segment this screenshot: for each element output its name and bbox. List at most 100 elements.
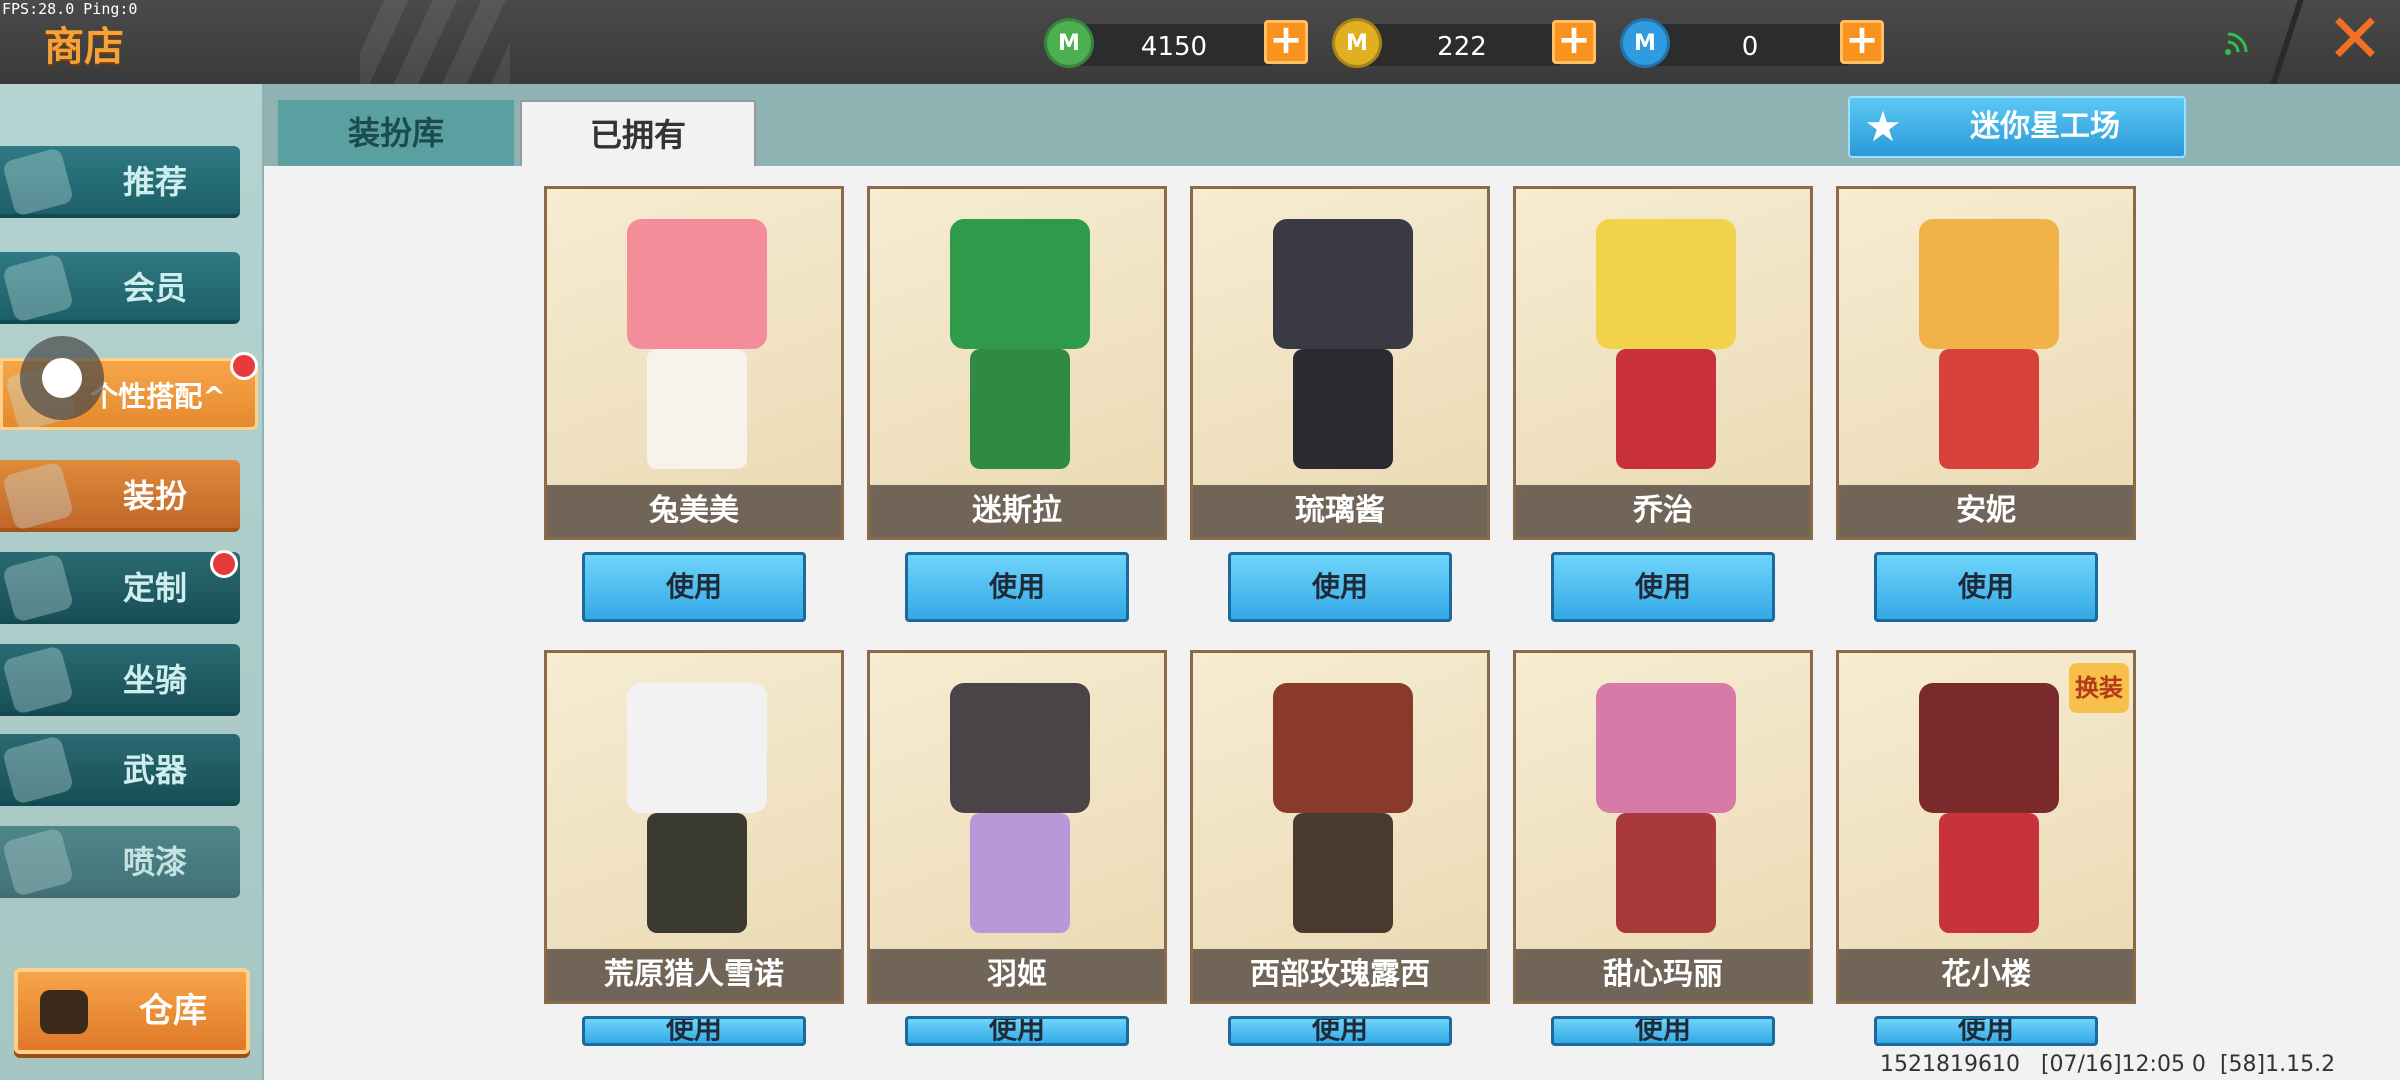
blue-amount: 0 [1741,32,1759,62]
blue-coin-icon: M [1620,18,1670,68]
character-head [1273,219,1413,349]
outfit-card[interactable]: 琉璃酱 [1190,186,1490,540]
use-button[interactable]: 使用 [582,552,806,622]
tab-library[interactable]: 装扮库 [278,100,514,166]
version: [58]1.15.2 [2219,1052,2336,1077]
outfit-card[interactable]: 羽姬 [867,650,1167,1004]
swap-outfit-badge: 换装 [2069,663,2129,713]
character-figure [940,673,1100,953]
shirt-icon [1,461,75,531]
outfit-name: 羽姬 [870,949,1164,1001]
notification-dot [210,550,238,578]
use-button[interactable]: 使用 [1551,1016,1775,1046]
brush-icon [1,553,75,623]
gold-amount: 222 [1437,32,1487,62]
currency-blue: M 0 [1620,18,1850,68]
character-head [1596,683,1736,813]
character-figure [1263,209,1423,489]
gem-amount: 4150 [1140,32,1208,62]
character-figure [1586,209,1746,489]
character-head [1596,219,1736,349]
character-figure [940,209,1100,489]
character-figure [1909,673,2069,953]
use-button[interactable]: 使用 [905,1016,1129,1046]
outfit-card[interactable]: 迷斯拉 [867,186,1167,540]
notification-dot [230,352,258,380]
character-body [970,349,1070,469]
outfit-card[interactable]: 荒原猎人雪诺 [544,650,844,1004]
outfit-card[interactable]: 乔治 [1513,186,1813,540]
add-gold-button[interactable]: + [1552,20,1596,64]
gun-icon [1,735,75,805]
outfit-card[interactable]: 西部玫瑰露西 [1190,650,1490,1004]
spray-icon [1,827,75,897]
sidebar-item-outfit[interactable]: 装扮 [0,460,240,532]
use-button[interactable]: 使用 [1551,552,1775,622]
character-body [1616,349,1716,469]
thumbs-up-icon [1,147,75,217]
sidebar-item-label: 武器 [122,751,187,789]
use-button[interactable]: 使用 [582,1016,806,1046]
virtual-joystick[interactable] [20,336,104,420]
character-body [1939,813,2039,933]
warehouse-label: 仓库 [139,991,207,1031]
outfit-name: 荒原猎人雪诺 [547,949,841,1001]
add-gem-button[interactable]: + [1264,20,1308,64]
character-body [1293,813,1393,933]
character-head [1919,683,2059,813]
add-blue-button[interactable]: + [1840,20,1884,64]
character-body [970,813,1070,933]
gold-coin-icon: M [1332,18,1382,68]
page-title: 商店 [44,24,124,70]
character-body [647,813,747,933]
server-time: [07/16]12:05 0 [2040,1052,2206,1077]
outfit-name: 西部玫瑰露西 [1193,949,1487,1001]
character-body [1616,813,1716,933]
outfit-name: 兔美美 [547,485,841,537]
use-button[interactable]: 使用 [1874,552,2098,622]
character-figure [617,209,777,489]
signal-icon [2225,32,2248,55]
character-head [1273,683,1413,813]
user-id: 1521819610 [1880,1052,2020,1077]
footer-info: 1521819610 [07/16]12:05 0 [58]1.15.2 [1880,1052,2335,1077]
joystick-knob[interactable] [42,358,82,398]
sidebar-item-mount[interactable]: 坐骑 [0,644,240,716]
outfit-card[interactable]: 花小楼 换装 [1836,650,2136,1004]
sidebar-item-weapon[interactable]: 武器 [0,734,240,806]
warehouse-button[interactable]: 仓库 [14,968,250,1054]
sidebar-item-recommend[interactable]: 推荐 [0,146,240,218]
character-head [950,683,1090,813]
character-body [1293,349,1393,469]
currency-gem: M 4150 [1044,18,1274,68]
character-figure [617,673,777,953]
chest-icon [40,990,88,1034]
workshop-label: 迷你星工场 [1970,109,2120,144]
sidebar-section-text: 个性搭配 [90,380,203,413]
vip-icon [1,253,75,323]
sidebar-item-label: 坐骑 [122,661,187,699]
star-icon: ★ [1864,102,1902,151]
outfit-card[interactable]: 甜心玛丽 [1513,650,1813,1004]
tab-owned[interactable]: 已拥有 [520,100,756,166]
use-button[interactable]: 使用 [1228,552,1452,622]
sidebar-item-vip[interactable]: 会员 [0,252,240,324]
character-figure [1586,673,1746,953]
currency-gold: M 222 [1332,18,1562,68]
sidebar-item-custom[interactable]: 定制 [0,552,240,624]
mini-workshop-button[interactable]: ★ 迷你星工场 [1848,96,2186,158]
sidebar-item-spray[interactable]: 喷漆 [0,826,240,898]
character-body [1939,349,2039,469]
close-icon[interactable]: ✕ [2326,6,2384,74]
outfit-card[interactable]: 兔美美 [544,186,844,540]
chevron-up-icon: ^ [202,380,226,413]
outfit-name: 乔治 [1516,485,1810,537]
mount-icon [1,645,75,715]
character-body [647,349,747,469]
use-button[interactable]: 使用 [905,552,1129,622]
use-button[interactable]: 使用 [1228,1016,1452,1046]
green-gem-icon: M [1044,18,1094,68]
sidebar-item-label: 会员 [122,269,187,307]
use-button[interactable]: 使用 [1874,1016,2098,1046]
outfit-card[interactable]: 安妮 [1836,186,2136,540]
